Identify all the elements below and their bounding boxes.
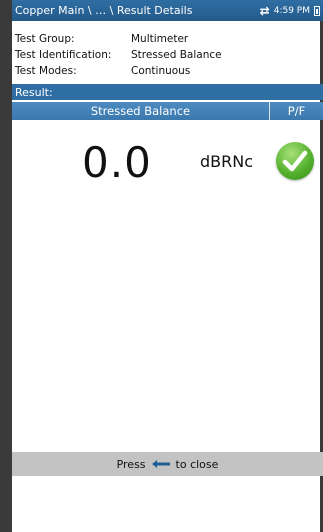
- back-arrow-icon: [151, 459, 171, 469]
- close-bar[interactable]: Press to close: [12, 452, 323, 476]
- info-label: Test Group:: [15, 33, 75, 45]
- info-row-test-identification: Test Identification: Stressed Balance: [12, 47, 323, 63]
- column-label: P/F: [287, 104, 306, 118]
- clock: 4:59 PM: [273, 5, 310, 16]
- result-section-header: Result:: [12, 84, 323, 100]
- test-info: Test Group: Multimeter Test Identificati…: [12, 31, 323, 79]
- column-header-pf: P/F: [270, 104, 323, 118]
- column-label: Stressed Balance: [90, 104, 191, 118]
- breadcrumb[interactable]: Copper Main \ … \ Result Details: [15, 4, 260, 17]
- press-label: Press: [116, 457, 146, 471]
- column-header-stressed-balance: Stressed Balance: [12, 102, 270, 120]
- pass-check-icon: [276, 142, 314, 180]
- info-label: Test Identification:: [15, 49, 112, 61]
- status-area: ⇄ 4:59 PM: [260, 4, 323, 18]
- sync-arrows-icon: ⇄: [259, 3, 270, 18]
- info-row-test-group: Test Group: Multimeter: [12, 31, 323, 47]
- measured-unit: dBRNc: [200, 152, 254, 171]
- info-value: Stressed Balance: [131, 49, 222, 61]
- measured-value: 0.0: [82, 138, 152, 187]
- title-bar: Copper Main \ … \ Result Details ⇄ 4:59 …: [12, 0, 323, 21]
- info-label: Test Modes:: [15, 65, 77, 77]
- result-details-panel: Copper Main \ … \ Result Details ⇄ 4:59 …: [12, 0, 323, 532]
- result-table-header: Stressed Balance P/F: [12, 102, 323, 120]
- info-row-test-modes: Test Modes: Continuous: [12, 63, 323, 79]
- device-screen: Copper Main \ … \ Result Details ⇄ 4:59 …: [0, 0, 323, 532]
- battery-icon: [314, 5, 320, 16]
- result-label: Result:: [15, 85, 53, 99]
- info-value: Continuous: [131, 65, 191, 77]
- info-value: Multimeter: [131, 33, 189, 45]
- checkmark-glyph: [282, 150, 308, 172]
- result-row: 0.0 dBRNc: [12, 138, 323, 188]
- screen-bezel: [0, 0, 12, 532]
- close-label: to close: [175, 457, 219, 471]
